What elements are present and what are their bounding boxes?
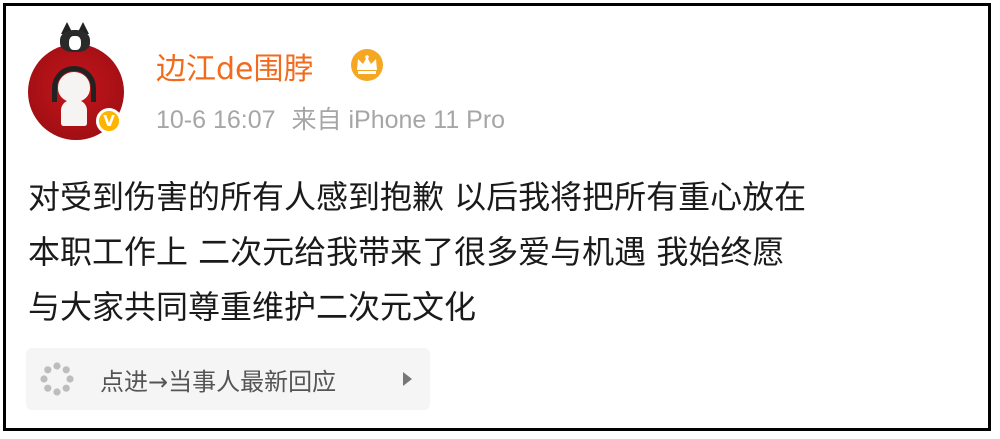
spinner-icon [40, 362, 74, 396]
link-card-label: 点进→当事人最新回应 [100, 368, 337, 396]
weibo-post-card: V 边江de围脖 10-6 16:07 来自 iPhone 11 Pro 对受到伤… [3, 3, 991, 431]
username[interactable]: 边江de围脖 [156, 44, 314, 88]
response-link-card[interactable]: 点进→当事人最新回应 [26, 348, 430, 410]
post-meta: 10-6 16:07 来自 iPhone 11 Pro [156, 100, 505, 136]
chevron-right-icon [403, 372, 412, 386]
verified-badge-icon: V [96, 108, 122, 134]
content-line: 本职工作上 二次元给我带来了很多爱与机遇 我始终愿 [28, 233, 785, 271]
post-content: 对受到伤害的所有人感到抱歉 以后我将把所有重心放在 本职工作上 二次元给我带来了… [28, 170, 978, 335]
crown-icon[interactable] [349, 48, 385, 82]
avatar-body [61, 100, 87, 126]
post-timestamp: 10-6 16:07 [156, 106, 276, 134]
content-line: 与大家共同尊重维护二次元文化 [28, 288, 477, 326]
husky-icon [58, 22, 92, 52]
avatar[interactable]: V [28, 22, 126, 140]
avatar-head [58, 72, 90, 102]
post-source: 来自 iPhone 11 Pro [291, 106, 506, 134]
content-line: 对受到伤害的所有人感到抱歉 以后我将把所有重心放在 [28, 178, 807, 216]
